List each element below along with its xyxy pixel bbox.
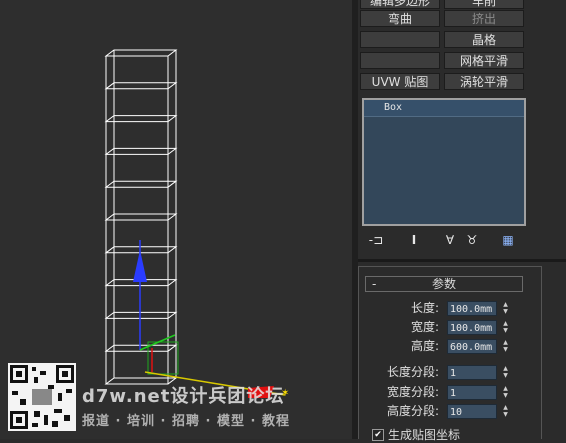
spinner-down-icon[interactable]: ▼ xyxy=(501,392,510,399)
wire-ring xyxy=(104,82,178,90)
modifier-extrude-button[interactable]: 挤出 xyxy=(444,10,524,27)
length-row: 长度: 100.0mm ▲ ▼ xyxy=(359,301,543,316)
panel-separator xyxy=(358,259,566,262)
qr-code-icon xyxy=(8,363,76,431)
configure-modifier-sets-icon[interactable]: ▦ xyxy=(498,232,518,248)
stack-item-box[interactable]: Box xyxy=(364,100,524,117)
gen-mapping-coords-label: 生成贴图坐标 xyxy=(388,428,461,442)
height-segs-spinner[interactable]: ▲ ▼ xyxy=(501,404,510,419)
wire-ring xyxy=(104,311,178,319)
perspective-viewport[interactable]: ✶ d7w.net设计兵团论坛 报道 · 培训 · 招聘 · 模型 · 教程 xyxy=(0,0,352,439)
height-spinner[interactable]: ▲ ▼ xyxy=(501,339,510,354)
modifier-empty-button-1[interactable] xyxy=(360,31,440,48)
length-label: 长度: xyxy=(410,301,439,315)
width-row: 宽度: 100.0mm ▲ ▼ xyxy=(359,320,543,335)
width-segs-row: 宽度分段: 1 ▲ ▼ xyxy=(359,385,543,400)
gen-mapping-coords-row[interactable]: ✔ 生成贴图坐标 xyxy=(372,426,460,443)
spinner-down-icon[interactable]: ▼ xyxy=(501,411,510,418)
wire-ring xyxy=(104,180,178,188)
z-axis-arrow-icon[interactable] xyxy=(133,250,147,282)
spinner-down-icon[interactable]: ▼ xyxy=(501,346,510,353)
modifier-meshsmooth-button[interactable]: 网格平滑 xyxy=(444,52,524,69)
height-segs-row: 高度分段: 10 ▲ ▼ xyxy=(359,404,543,419)
width-segs-field[interactable]: 1 xyxy=(447,385,497,400)
spinner-down-icon[interactable]: ▼ xyxy=(501,327,510,334)
spinner-up-icon[interactable]: ▲ xyxy=(501,385,510,392)
modifier-turbosmooth-button[interactable]: 涡轮平滑 xyxy=(444,73,524,90)
show-end-result-icon[interactable]: I xyxy=(404,232,424,248)
watermark-site: d7w.net设计兵团论坛 xyxy=(82,386,285,407)
spinner-down-icon[interactable]: ▼ xyxy=(501,372,510,379)
spinner-up-icon[interactable]: ▲ xyxy=(501,339,510,346)
modifier-stack-list[interactable]: Box xyxy=(362,98,526,226)
length-field[interactable]: 100.0mm xyxy=(447,301,497,316)
watermark: d7w.net设计兵团论坛 报道 · 培训 · 招聘 · 模型 · 教程 xyxy=(0,360,352,439)
height-label: 高度: xyxy=(410,339,439,353)
height-row: 高度: 600.0mm ▲ ▼ xyxy=(359,339,543,354)
wire-ring xyxy=(104,49,178,57)
spinner-up-icon[interactable]: ▲ xyxy=(501,320,510,327)
spinner-up-icon[interactable]: ▲ xyxy=(501,301,510,308)
length-segs-spinner[interactable]: ▲ ▼ xyxy=(501,365,510,380)
modifier-empty-button-2[interactable] xyxy=(360,52,440,69)
command-panel: 编辑多边形 车削 弯曲 挤出 晶格 网格平滑 UVW 贴图 涡轮平滑 Box -… xyxy=(358,0,566,442)
pin-stack-icon[interactable]: -⊐ xyxy=(366,232,386,248)
wire-ring xyxy=(104,246,178,254)
remove-modifier-icon[interactable]: ♉ xyxy=(462,232,482,248)
height-segs-field[interactable]: 10 xyxy=(447,404,497,419)
width-segs-spinner[interactable]: ▲ ▼ xyxy=(501,385,510,400)
rollout-title: 参数 xyxy=(431,277,456,291)
length-segs-row: 长度分段: 1 ▲ ▼ xyxy=(359,365,543,380)
wire-ring xyxy=(104,213,178,221)
spinner-up-icon[interactable]: ▲ xyxy=(501,404,510,411)
width-spinner[interactable]: ▲ ▼ xyxy=(501,320,510,335)
width-segs-label: 宽度分段: xyxy=(386,385,439,399)
wire-ring xyxy=(104,147,178,155)
width-label: 宽度: xyxy=(410,320,439,334)
length-spinner[interactable]: ▲ ▼ xyxy=(501,301,510,316)
spinner-down-icon[interactable]: ▼ xyxy=(501,308,510,315)
make-unique-icon[interactable]: ∀ xyxy=(440,232,460,248)
length-segs-field[interactable]: 1 xyxy=(447,365,497,380)
height-field[interactable]: 600.0mm xyxy=(447,339,497,354)
modifier-lathe-button[interactable]: 车削 xyxy=(444,0,524,9)
width-field[interactable]: 100.0mm xyxy=(447,320,497,335)
parameters-rollout: - 参数 长度: 100.0mm ▲ ▼ 宽度: 100.0mm ▲ ▼ 高度: 6… xyxy=(358,266,542,439)
length-segs-label: 长度分段: xyxy=(386,365,439,379)
modifier-bend-button[interactable]: 弯曲 xyxy=(360,10,440,27)
parameters-rollout-header[interactable]: - 参数 xyxy=(365,276,523,292)
spinner-up-icon[interactable]: ▲ xyxy=(501,365,510,372)
watermark-tagline: 报道 · 培训 · 招聘 · 模型 · 教程 xyxy=(82,414,290,429)
modifier-edit-poly-button[interactable]: 编辑多边形 xyxy=(360,0,440,9)
modifier-uvw-map-button[interactable]: UVW 贴图 xyxy=(360,73,440,90)
height-segs-label: 高度分段: xyxy=(386,404,439,418)
modifier-lattice-button[interactable]: 晶格 xyxy=(444,31,524,48)
wire-ring xyxy=(104,115,178,123)
